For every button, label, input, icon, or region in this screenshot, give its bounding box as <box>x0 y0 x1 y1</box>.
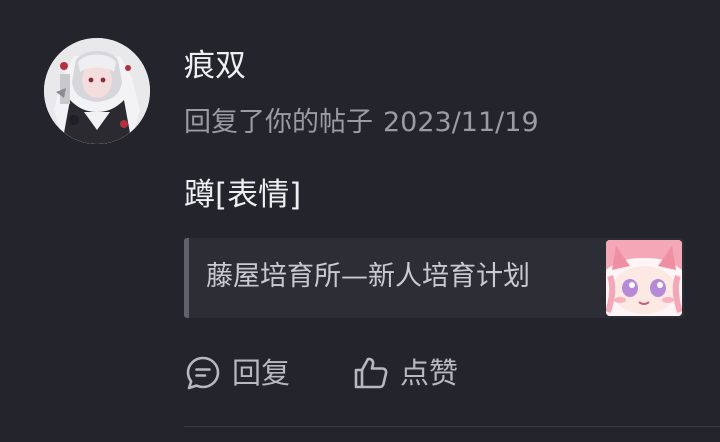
reply-button[interactable]: 回复 <box>184 352 290 394</box>
notification-date: 2023/11/19 <box>383 107 539 138</box>
notification-meta: 回复了你的帖子 2023/11/19 <box>184 104 539 142</box>
user-name[interactable]: 痕双 <box>184 46 246 86</box>
anime-face-thumbnail <box>606 240 682 316</box>
action-text: 回复了你的帖子 <box>184 107 373 138</box>
thumbs-up-icon <box>352 354 390 392</box>
quoted-post-title: 藤屋培育所—新人培育计划 <box>206 261 530 292</box>
quote-accent-bar <box>184 238 189 318</box>
like-button[interactable]: 点赞 <box>352 352 458 394</box>
comment-text: 蹲[表情] <box>184 177 302 213</box>
like-label: 点赞 <box>400 356 459 390</box>
comment-bubble-icon <box>184 354 222 392</box>
reply-label: 回复 <box>232 356 291 390</box>
avatar-image <box>44 38 150 144</box>
avatar[interactable] <box>44 38 150 144</box>
quoted-post-card[interactable]: 藤屋培育所—新人培育计划 <box>184 238 684 318</box>
divider <box>184 426 720 427</box>
quoted-post-thumbnail <box>606 240 682 316</box>
